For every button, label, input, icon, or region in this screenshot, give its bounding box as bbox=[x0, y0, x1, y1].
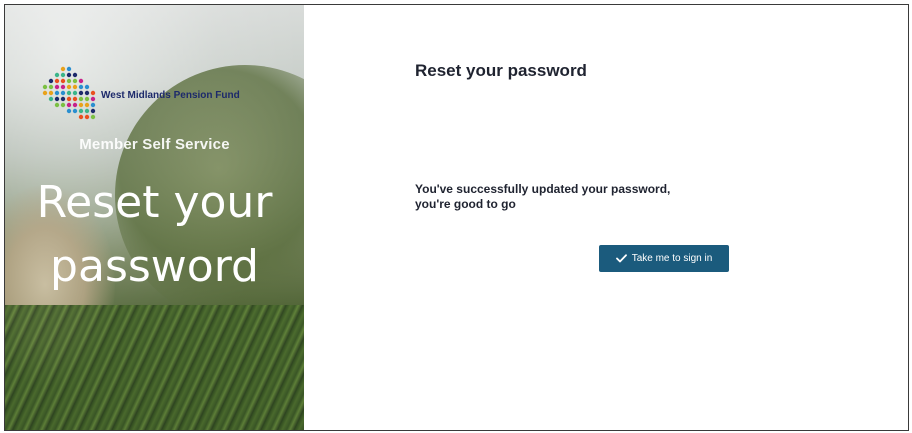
app-subtitle: Member Self Service bbox=[79, 136, 230, 153]
success-message-line-1: You've successfully updated your passwor… bbox=[415, 182, 671, 196]
sign-in-button[interactable]: Take me to sign in bbox=[599, 245, 729, 272]
brand-name: West Midlands Pension Fund bbox=[101, 90, 240, 101]
hero-background-ferns bbox=[5, 305, 304, 430]
brand-logo: West Midlands Pension Fund bbox=[39, 63, 269, 135]
page-frame: West Midlands Pension Fund Member Self S… bbox=[4, 4, 909, 431]
success-message-line-2: you're good to go bbox=[415, 197, 516, 211]
page-title: Reset your password bbox=[415, 61, 587, 80]
check-icon bbox=[615, 254, 627, 263]
hero-title-line-1: Reset your bbox=[36, 177, 273, 228]
success-message: You've successfully updated your passwor… bbox=[415, 182, 735, 212]
hero-title: Reset your password bbox=[5, 171, 304, 299]
sign-in-button-label: Take me to sign in bbox=[631, 253, 713, 264]
hero-title-line-2: password bbox=[50, 241, 259, 292]
hero-panel: West Midlands Pension Fund Member Self S… bbox=[5, 5, 304, 430]
